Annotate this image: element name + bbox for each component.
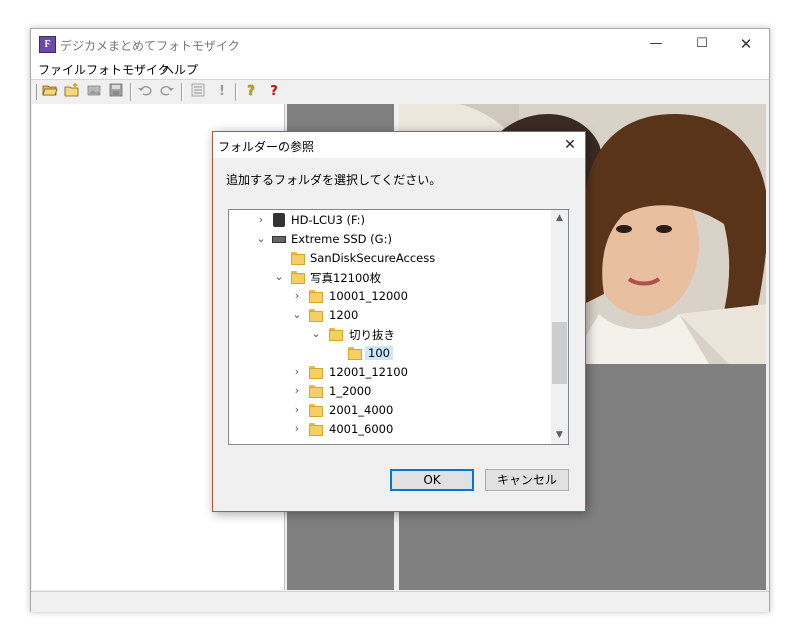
- tree-item-label: 写真12100枚: [310, 271, 382, 285]
- folder-icon: [309, 404, 323, 417]
- chevron-right-icon[interactable]: ›: [291, 365, 303, 378]
- tree-item[interactable]: › 1_2000: [229, 382, 551, 401]
- toolbar-grip[interactable]: [33, 84, 37, 100]
- scroll-down-button[interactable]: ▼: [551, 427, 568, 444]
- menu-photomosaic[interactable]: フォトモザイク: [86, 61, 170, 78]
- chevron-down-icon[interactable]: ⌄: [273, 270, 285, 283]
- tree-item[interactable]: › 10001_12000: [229, 287, 551, 306]
- tree-item-label: 1_2000: [329, 384, 372, 398]
- title-bar[interactable]: F デジカメまとめてフォトモザイク — ☐ ✕: [31, 29, 769, 59]
- tree-item-label: Extreme SSD (G:): [291, 232, 392, 246]
- toolbar-separator: [181, 83, 183, 101]
- tree-item-label: 1200: [329, 308, 359, 322]
- scroll-thumb[interactable]: [552, 322, 567, 384]
- folder-icon: [348, 347, 362, 360]
- toolbar-separator: [235, 83, 237, 101]
- tree-item[interactable]: ⌄ 1200: [229, 306, 551, 325]
- tree-item-label: 切り抜き: [349, 328, 395, 342]
- tree-item[interactable]: › 4001_6000: [229, 420, 551, 439]
- menu-help[interactable]: ヘルプ: [162, 61, 198, 78]
- tree-item-label: SanDiskSecureAccess: [310, 251, 436, 265]
- dialog-title-bar[interactable]: フォルダーの参照 ✕: [213, 132, 585, 158]
- ok-button[interactable]: OK: [390, 469, 474, 491]
- context-help-icon[interactable]: ?: [265, 83, 283, 101]
- save-icon[interactable]: [107, 83, 125, 101]
- tree-item-label: 100: [365, 346, 393, 360]
- folder-icon: [309, 366, 323, 379]
- dialog-prompt: 追加するフォルダを選択してください。: [226, 173, 442, 187]
- drive-icon: [272, 236, 286, 243]
- app-icon: F: [39, 36, 56, 53]
- folder-icon: [291, 252, 305, 265]
- scroll-up-button[interactable]: ▲: [551, 210, 568, 227]
- tree-item[interactable]: ⌄ Extreme SSD (G:): [229, 230, 551, 249]
- folder-icon: [309, 290, 323, 303]
- toolbar: ! ? ?: [31, 80, 769, 104]
- tree-item[interactable]: ⌄ 切り抜き: [229, 325, 551, 344]
- external-drive-icon: [273, 213, 285, 227]
- open-folder-icon[interactable]: [41, 83, 59, 101]
- chevron-down-icon[interactable]: ⌄: [255, 232, 267, 245]
- undo-icon[interactable]: [136, 83, 154, 101]
- folder-icon: [309, 309, 323, 322]
- list-icon[interactable]: [189, 83, 207, 101]
- folder-icon: [309, 423, 323, 436]
- redo-icon[interactable]: [158, 83, 176, 101]
- tree-item-label: 2001_4000: [329, 403, 394, 417]
- minimize-button[interactable]: —: [633, 29, 679, 59]
- menu-file[interactable]: ファイル: [38, 61, 86, 78]
- help-icon[interactable]: ?: [242, 83, 260, 101]
- tree-scrollbar[interactable]: ▲ ▼: [551, 210, 568, 444]
- chevron-right-icon[interactable]: ›: [291, 422, 303, 435]
- exclamation-icon[interactable]: !: [213, 83, 231, 101]
- dialog-title: フォルダーの参照: [218, 140, 315, 154]
- chevron-right-icon[interactable]: ›: [291, 403, 303, 416]
- window-title: デジカメまとめてフォトモザイク: [60, 39, 240, 53]
- chevron-right-icon[interactable]: ›: [255, 213, 267, 226]
- folder-icon: [309, 385, 323, 398]
- folder-icon: [329, 328, 343, 341]
- dialog-close-button[interactable]: ✕: [555, 132, 585, 158]
- status-bar: [31, 591, 769, 612]
- chevron-right-icon[interactable]: ›: [291, 384, 303, 397]
- tree-item[interactable]: › 2001_4000: [229, 401, 551, 420]
- maximize-button[interactable]: ☐: [679, 29, 725, 59]
- tree-item[interactable]: ⌄ 写真12100枚: [229, 268, 551, 287]
- folder-icon: [291, 271, 305, 284]
- image-icon[interactable]: [85, 83, 103, 101]
- tree-item-label: 4001_6000: [329, 422, 394, 436]
- close-button[interactable]: ✕: [723, 29, 769, 59]
- tree-item[interactable]: › 12001_12100: [229, 363, 551, 382]
- tree-item-label: 10001_12000: [329, 289, 408, 303]
- chevron-down-icon[interactable]: ⌄: [310, 327, 322, 340]
- browse-folder-dialog: フォルダーの参照 ✕ 追加するフォルダを選択してください。 › HD-LCU3 …: [212, 131, 586, 512]
- tree-item-label: 12001_12100: [329, 365, 408, 379]
- tree-item-label: HD-LCU3 (F:): [291, 213, 366, 227]
- tree-item[interactable]: › HD-LCU3 (F:): [229, 211, 551, 230]
- folder-tree[interactable]: › HD-LCU3 (F:) ⌄ Extreme SSD (G:) SanDis…: [228, 209, 569, 445]
- cancel-button[interactable]: キャンセル: [485, 469, 569, 491]
- tree-item[interactable]: SanDiskSecureAccess: [229, 249, 551, 268]
- tree-item-selected[interactable]: 100: [229, 344, 551, 363]
- toolbar-separator: [130, 83, 132, 101]
- chevron-down-icon[interactable]: ⌄: [291, 308, 303, 321]
- menu-bar: ファイル フォトモザイク ヘルプ: [31, 59, 769, 79]
- new-folder-icon[interactable]: [63, 83, 81, 101]
- chevron-right-icon[interactable]: ›: [291, 289, 303, 302]
